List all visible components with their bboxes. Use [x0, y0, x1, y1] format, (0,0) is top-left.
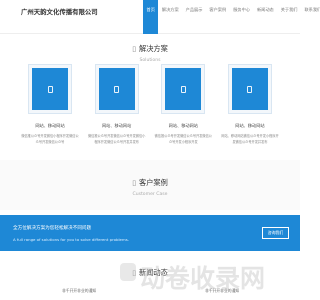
solution-card[interactable]: 网站、移动网站 网站、移动网站微信公众号开发小程序开发微信公众号开发并发布: [221, 64, 279, 145]
site-header: 广州天韵文化传播有限公司 首页 解决方案 产品展示 客户案例 服务中心 新闻动态…: [0, 0, 320, 34]
solution-card[interactable]: 网站、移动网站 微信推公众号开发微信小程序开发微信公众号开发微信公众号: [21, 64, 79, 145]
nav-item-products[interactable]: 产品展示: [182, 0, 206, 34]
solution-title[interactable]: 网站、移动网站: [21, 123, 79, 129]
main-nav: 首页 解决方案 产品展示 客户案例 服务中心 新闻动态 关于我们 联系我们: [143, 0, 320, 34]
solution-image[interactable]: [94, 64, 139, 114]
nav-item-cases[interactable]: 客户案例: [206, 0, 230, 34]
nav-item-solutions[interactable]: 解决方案: [158, 0, 182, 34]
phone-icon: [247, 85, 253, 93]
solution-image[interactable]: [161, 64, 206, 114]
tag-icon: ▯: [132, 45, 137, 53]
solution-desc: 网站、移动网站微信公众号开发小程序开发微信公众号开发并发布: [221, 134, 279, 145]
solutions-heading: ▯ 解决方案 Solutions: [0, 36, 300, 63]
solution-title[interactable]: 网站、移动网站: [154, 123, 212, 129]
solution-image[interactable]: [28, 64, 72, 114]
nav-item-contact[interactable]: 联系我们: [301, 0, 320, 34]
news-item[interactable]: 非千开开非业的通知: [205, 288, 239, 294]
solution-image[interactable]: [227, 64, 272, 114]
phone-icon: [114, 85, 120, 93]
solutions-subtitle: Solutions: [139, 57, 161, 63]
nav-item-home[interactable]: 首页: [143, 0, 159, 34]
phone-icon: [47, 85, 53, 93]
watermark-logo-icon: [120, 263, 136, 281]
solutions-grid: 网站、移动网站 微信推公众号开发微信小程序开发微信公众号开发微信公众号 网站、移…: [21, 64, 279, 145]
solution-desc: 微信推公众号开发微信小程序开发微信公众号开发微信公众号: [21, 134, 79, 145]
nav-item-service[interactable]: 服务中心: [230, 0, 254, 34]
solution-card[interactable]: 网站、移动网站 微信推公众号开发微信公众号开发微信公众号开发小程序开发: [154, 64, 212, 145]
tag-icon: ▯: [132, 179, 137, 187]
cases-subtitle: Customer Case: [132, 191, 168, 197]
watermark: 动卷收录网: [140, 264, 266, 293]
solution-desc: 微信推公众号开发微信公众号开发微信公众号开发小程序开发: [154, 134, 212, 145]
nav-item-about[interactable]: 关于我们: [277, 0, 301, 34]
banner-headline: 全方位解决方案为您轻松解决不同问题: [13, 226, 92, 231]
solution-desc: 微信推公众号开发微信公众号开发微信小程序开发微信公众号开发并发布: [87, 134, 146, 145]
phone-icon: [180, 85, 186, 93]
solution-title[interactable]: 网站、移动网站: [221, 123, 279, 129]
consult-button[interactable]: 咨询我们: [262, 227, 289, 239]
solution-title[interactable]: 网站、移动网站: [88, 123, 146, 129]
nav-item-news[interactable]: 新闻动态: [253, 0, 277, 34]
banner-subline: A full range of solutions for you to sol…: [13, 237, 129, 242]
cases-title: 客户案例: [139, 178, 168, 187]
cases-heading: ▯ 客户案例 Customer Case: [0, 170, 300, 197]
solutions-title: 解决方案: [139, 44, 168, 53]
site-logo[interactable]: 广州天韵文化传播有限公司: [21, 7, 98, 16]
cta-banner: 全方位解决方案为您轻松解决不同问题 A full range of soluti…: [0, 215, 300, 251]
solution-card[interactable]: 网站、移动网站 微信推公众号开发微信公众号开发微信小程序开发微信公众号开发并发布: [88, 64, 146, 145]
news-item[interactable]: 非千开开非业的通知: [62, 288, 96, 294]
